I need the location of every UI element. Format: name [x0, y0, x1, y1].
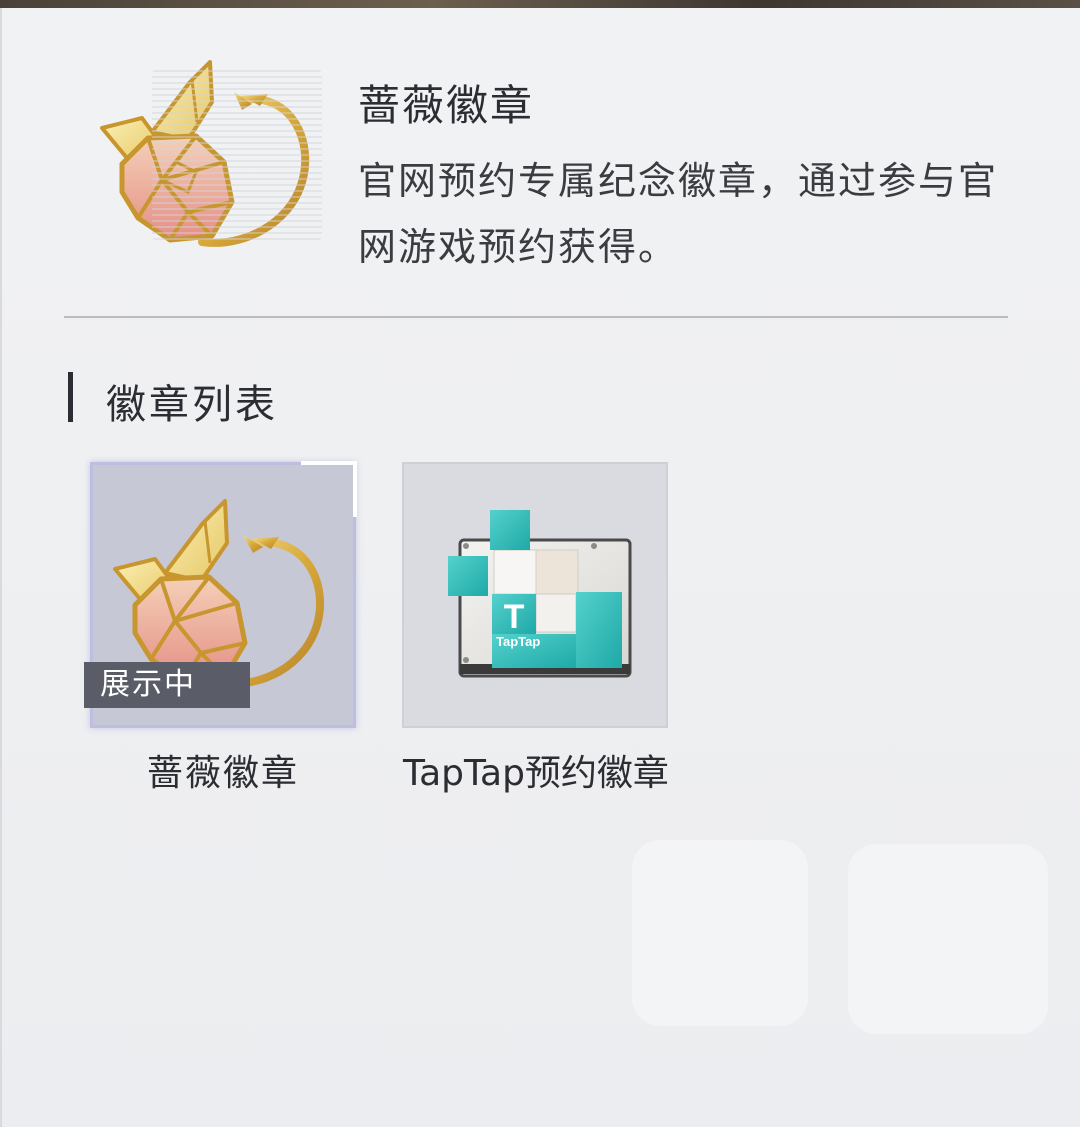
section-accent-bar — [68, 372, 73, 422]
badge-card-taptap[interactable]: T TapTap — [402, 462, 668, 728]
taptap-wordmark: TapTap — [496, 634, 540, 649]
svg-text:T: T — [504, 598, 525, 636]
top-edge-strip — [0, 0, 1080, 8]
detail-badge-image — [92, 52, 322, 262]
badge-title: 蔷薇徽章 — [358, 81, 535, 130]
badge-name-rose: 蔷薇徽章 — [146, 753, 299, 794]
showing-status-tag: 展示中 — [84, 662, 250, 708]
section-divider — [64, 316, 1008, 318]
taptap-badge-icon: T TapTap — [448, 510, 632, 678]
badge-backplate — [152, 70, 322, 240]
background-decoration — [848, 844, 1048, 1034]
badge-description: 官网预约专属纪念徽章，通过参与官网游戏预约获得。 — [358, 159, 999, 269]
section-title: 徽章列表 — [106, 382, 278, 428]
background-decoration — [632, 840, 808, 1026]
badge-name-taptap: TapTap预约徽章 — [403, 753, 669, 794]
